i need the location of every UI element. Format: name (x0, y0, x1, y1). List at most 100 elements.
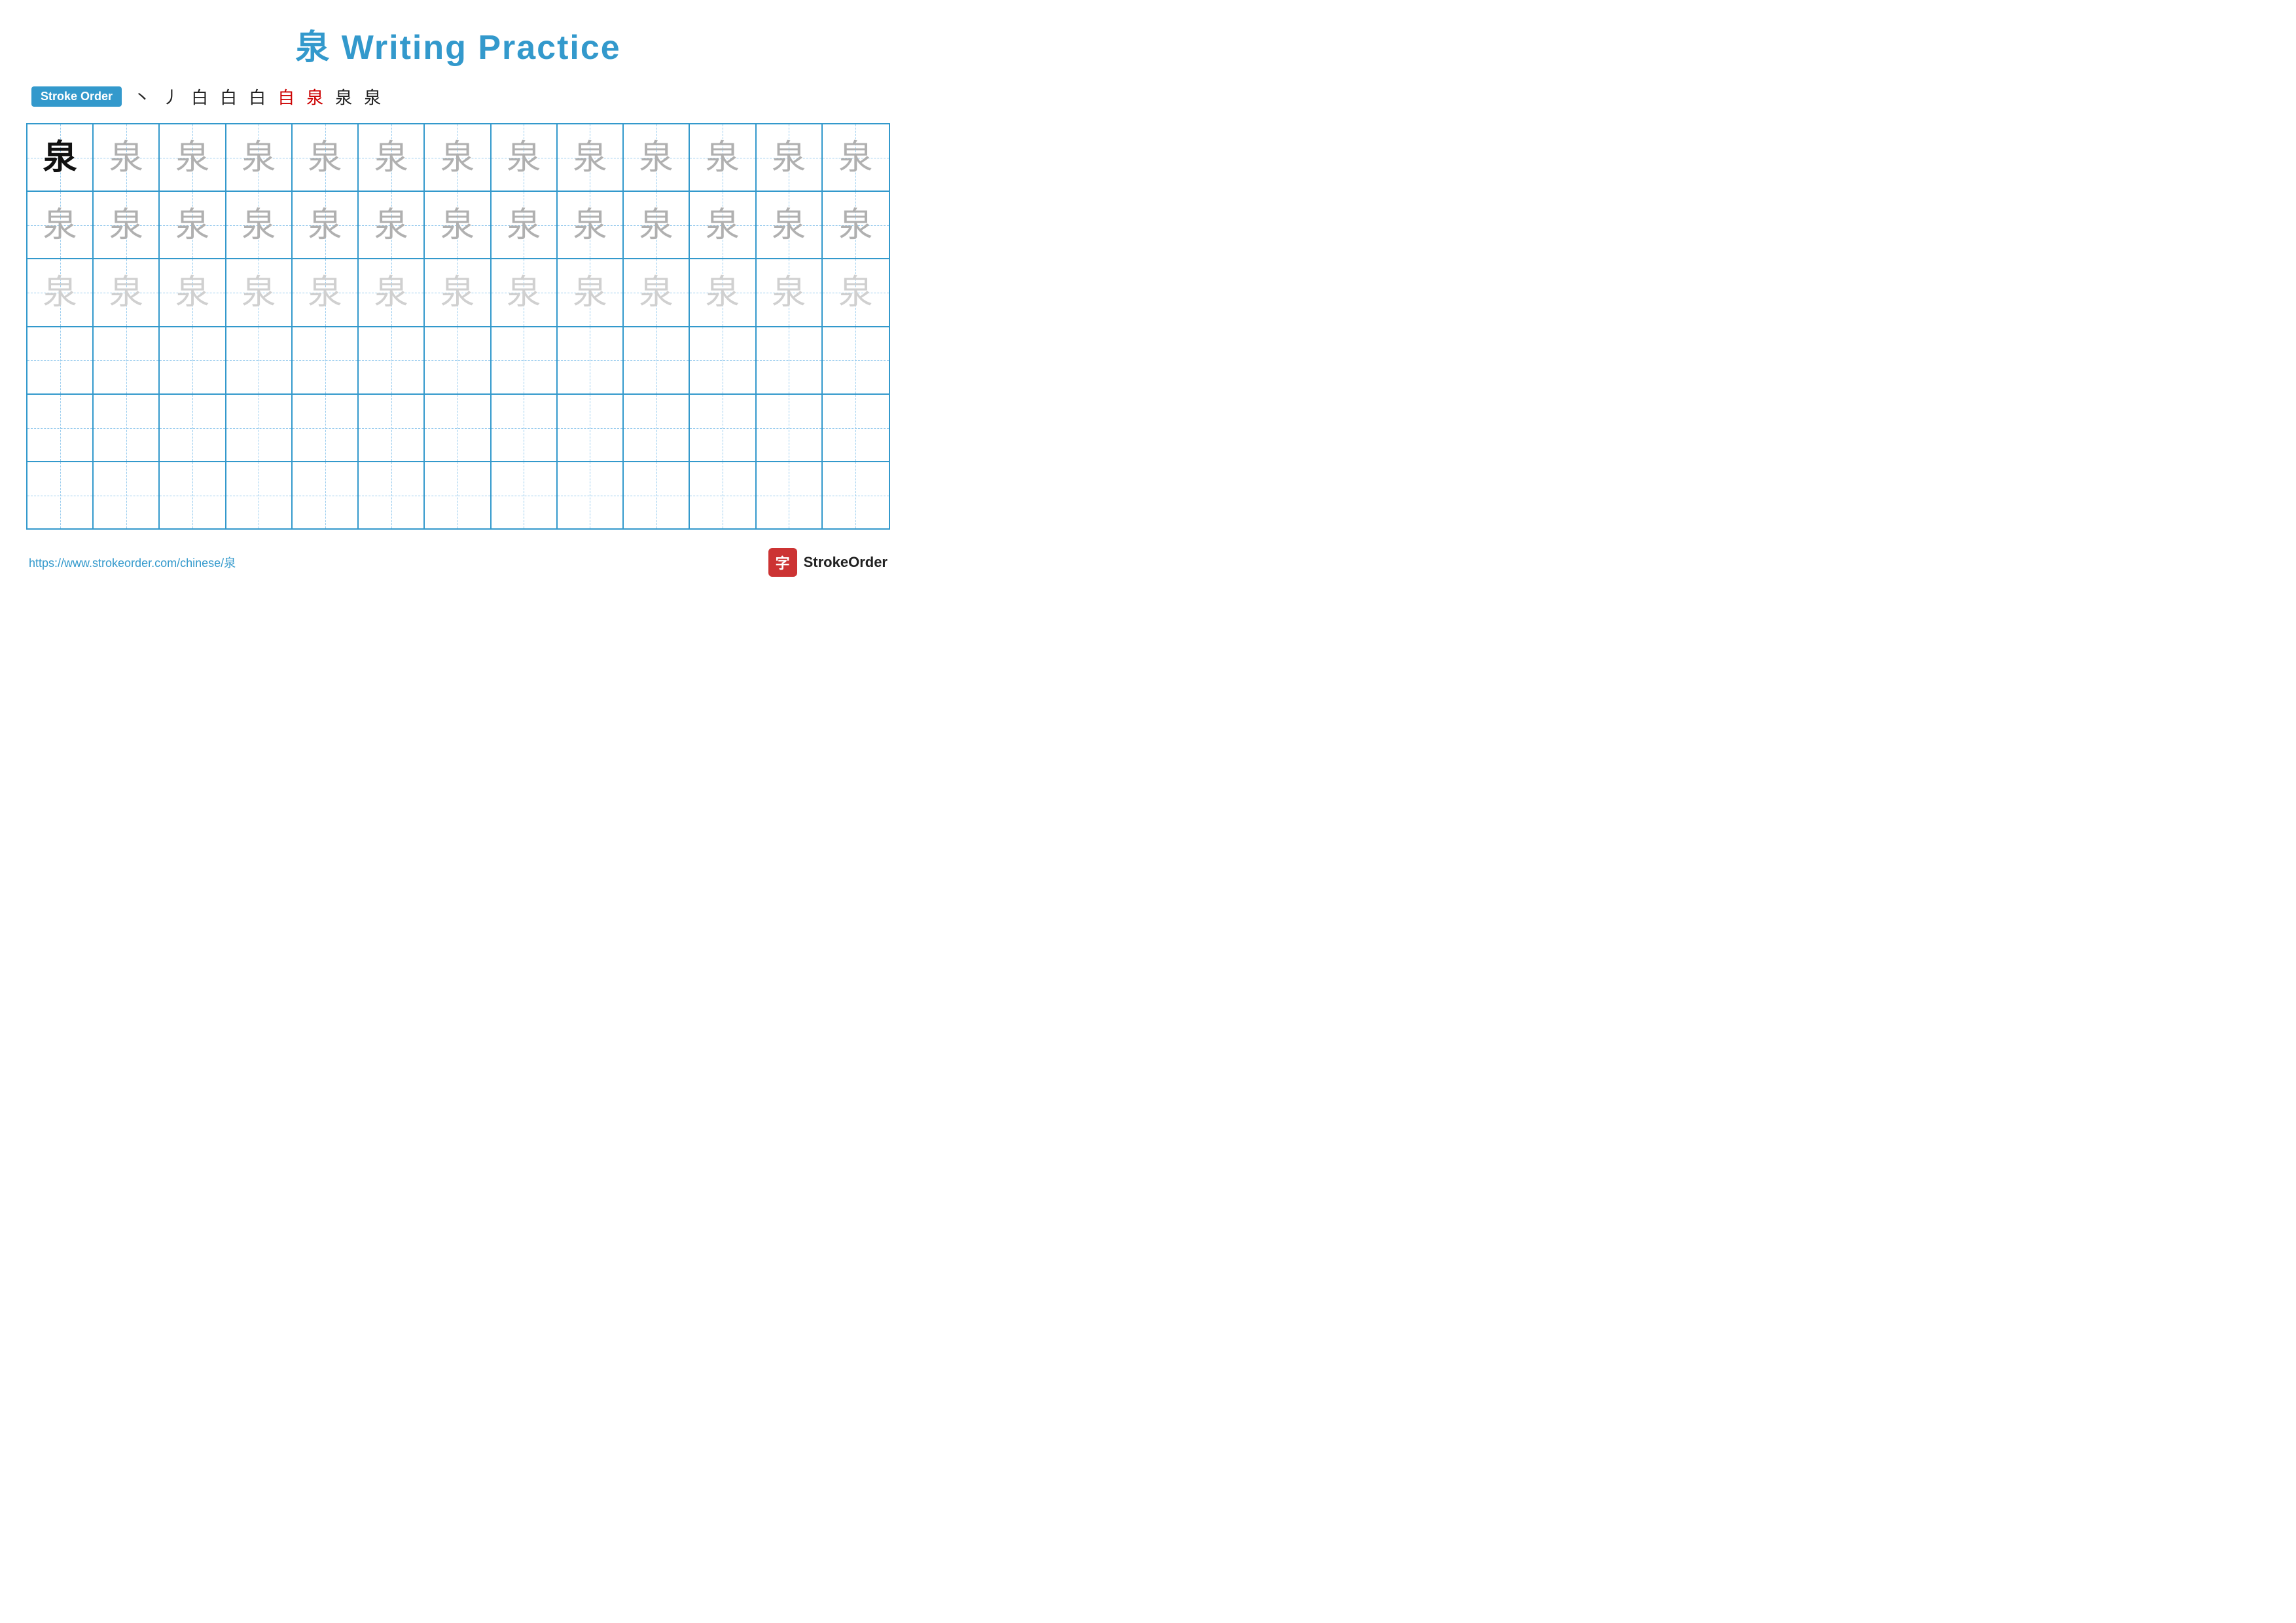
grid-cell-r4-c9[interactable] (558, 327, 624, 393)
grid-cell-r4-c12[interactable] (757, 327, 823, 393)
grid-cell-r3-c4[interactable]: 泉 (226, 259, 293, 325)
stroke-step-1: 丶 (134, 84, 151, 109)
grid-cell-r5-c8[interactable] (492, 395, 558, 461)
grid-cell-r2-c5[interactable]: 泉 (293, 192, 359, 258)
grid-cell-r6-c10[interactable] (624, 462, 690, 528)
grid-cell-r4-c7[interactable] (425, 327, 491, 393)
grid-row-3: 泉 泉 泉 泉 泉 泉 泉 泉 泉 泉 泉 泉 (27, 259, 889, 327)
grid-cell-r4-c2[interactable] (94, 327, 160, 393)
grid-cell-r3-c8[interactable]: 泉 (492, 259, 558, 325)
grid-cell-r6-c1[interactable] (27, 462, 94, 528)
char-r2-c10: 泉 (639, 208, 673, 242)
grid-cell-r6-c3[interactable] (160, 462, 226, 528)
char-r3-c13: 泉 (838, 276, 872, 310)
grid-cell-r1-c9[interactable]: 泉 (558, 124, 624, 191)
char-r2-c7: 泉 (440, 208, 475, 242)
grid-cell-r6-c6[interactable] (359, 462, 425, 528)
grid-cell-r4-c5[interactable] (293, 327, 359, 393)
grid-cell-r6-c13[interactable] (823, 462, 889, 528)
grid-cell-r4-c3[interactable] (160, 327, 226, 393)
grid-cell-r6-c2[interactable] (94, 462, 160, 528)
grid-cell-r1-c5[interactable]: 泉 (293, 124, 359, 191)
grid-row-5 (27, 395, 889, 462)
char-r1-c11: 泉 (706, 141, 740, 175)
grid-cell-r2-c7[interactable]: 泉 (425, 192, 491, 258)
grid-cell-r2-c4[interactable]: 泉 (226, 192, 293, 258)
grid-cell-r3-c10[interactable]: 泉 (624, 259, 690, 325)
grid-cell-r4-c11[interactable] (690, 327, 756, 393)
grid-cell-r2-c6[interactable]: 泉 (359, 192, 425, 258)
grid-cell-r6-c11[interactable] (690, 462, 756, 528)
char-r1-c2: 泉 (109, 141, 143, 175)
grid-cell-r2-c10[interactable]: 泉 (624, 192, 690, 258)
grid-cell-r3-c5[interactable]: 泉 (293, 259, 359, 325)
grid-cell-r2-c9[interactable]: 泉 (558, 192, 624, 258)
grid-cell-r3-c2[interactable]: 泉 (94, 259, 160, 325)
grid-cell-r5-c9[interactable] (558, 395, 624, 461)
grid-cell-r2-c3[interactable]: 泉 (160, 192, 226, 258)
grid-cell-r6-c7[interactable] (425, 462, 491, 528)
grid-cell-r1-c3[interactable]: 泉 (160, 124, 226, 191)
grid-cell-r6-c9[interactable] (558, 462, 624, 528)
grid-cell-r1-c11[interactable]: 泉 (690, 124, 756, 191)
grid-cell-r3-c1[interactable]: 泉 (27, 259, 94, 325)
grid-cell-r3-c7[interactable]: 泉 (425, 259, 491, 325)
stroke-step-3: 白 (191, 84, 208, 109)
grid-cell-r5-c11[interactable] (690, 395, 756, 461)
grid-cell-r5-c4[interactable] (226, 395, 293, 461)
grid-cell-r6-c8[interactable] (492, 462, 558, 528)
grid-cell-r1-c4[interactable]: 泉 (226, 124, 293, 191)
grid-cell-r2-c2[interactable]: 泉 (94, 192, 160, 258)
grid-cell-r2-c12[interactable]: 泉 (757, 192, 823, 258)
grid-cell-r3-c13[interactable]: 泉 (823, 259, 889, 325)
grid-cell-r4-c1[interactable] (27, 327, 94, 393)
char-r1-c9: 泉 (573, 141, 607, 175)
grid-cell-r2-c13[interactable]: 泉 (823, 192, 889, 258)
char-r1-c5: 泉 (308, 141, 342, 175)
footer-url[interactable]: https://www.strokeorder.com/chinese/泉 (29, 554, 236, 571)
grid-cell-r5-c2[interactable] (94, 395, 160, 461)
grid-cell-r3-c11[interactable]: 泉 (690, 259, 756, 325)
grid-cell-r5-c6[interactable] (359, 395, 425, 461)
stroke-step-5: 白 (249, 84, 266, 109)
grid-cell-r1-c12[interactable]: 泉 (757, 124, 823, 191)
grid-cell-r6-c12[interactable] (757, 462, 823, 528)
grid-cell-r1-c8[interactable]: 泉 (492, 124, 558, 191)
grid-cell-r4-c4[interactable] (226, 327, 293, 393)
char-r2-c12: 泉 (772, 208, 806, 242)
grid-cell-r1-c13[interactable]: 泉 (823, 124, 889, 191)
grid-cell-r5-c7[interactable] (425, 395, 491, 461)
grid-cell-r6-c5[interactable] (293, 462, 359, 528)
grid-cell-r4-c13[interactable] (823, 327, 889, 393)
char-r3-c3: 泉 (175, 276, 209, 310)
grid-cell-r6-c4[interactable] (226, 462, 293, 528)
grid-cell-r4-c8[interactable] (492, 327, 558, 393)
char-r3-c1: 泉 (43, 276, 77, 310)
grid-cell-r2-c1[interactable]: 泉 (27, 192, 94, 258)
grid-cell-r2-c11[interactable]: 泉 (690, 192, 756, 258)
grid-cell-r5-c10[interactable] (624, 395, 690, 461)
grid-cell-r5-c5[interactable] (293, 395, 359, 461)
grid-cell-r1-c7[interactable]: 泉 (425, 124, 491, 191)
char-r2-c1: 泉 (43, 208, 77, 242)
grid-cell-r1-c6[interactable]: 泉 (359, 124, 425, 191)
grid-cell-r4-c6[interactable] (359, 327, 425, 393)
grid-cell-r4-c10[interactable] (624, 327, 690, 393)
grid-cell-r1-c2[interactable]: 泉 (94, 124, 160, 191)
grid-cell-r3-c12[interactable]: 泉 (757, 259, 823, 325)
grid-cell-r1-c10[interactable]: 泉 (624, 124, 690, 191)
grid-cell-r3-c9[interactable]: 泉 (558, 259, 624, 325)
grid-cell-r5-c12[interactable] (757, 395, 823, 461)
grid-cell-r2-c8[interactable]: 泉 (492, 192, 558, 258)
grid-row-2: 泉 泉 泉 泉 泉 泉 泉 泉 泉 泉 泉 泉 (27, 192, 889, 259)
grid-row-6 (27, 462, 889, 528)
stroke-step-7: 泉 (306, 84, 323, 109)
grid-cell-r3-c3[interactable]: 泉 (160, 259, 226, 325)
grid-cell-r5-c13[interactable] (823, 395, 889, 461)
grid-cell-r5-c1[interactable] (27, 395, 94, 461)
char-r2-c5: 泉 (308, 208, 342, 242)
char-r1-c7: 泉 (440, 141, 475, 175)
grid-cell-r5-c3[interactable] (160, 395, 226, 461)
grid-cell-r3-c6[interactable]: 泉 (359, 259, 425, 325)
grid-cell-r1-c1[interactable]: 泉 (27, 124, 94, 191)
